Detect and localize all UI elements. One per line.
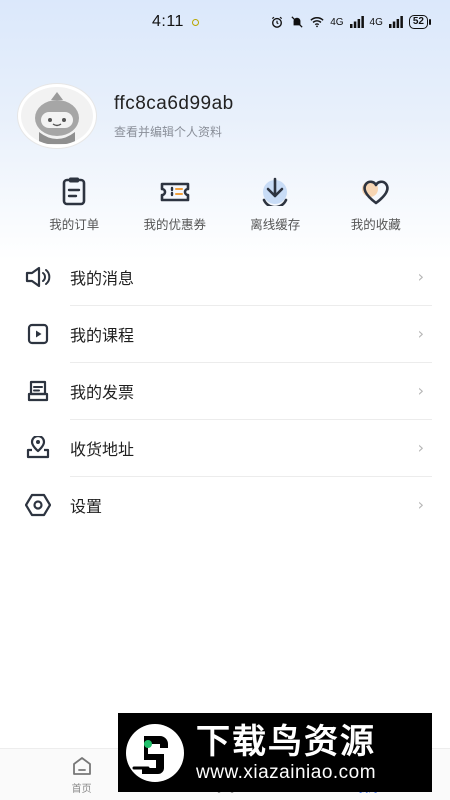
edit-profile-hint[interactable]: 查看并编辑个人资料 xyxy=(114,123,234,140)
chevron-right-icon: › xyxy=(417,495,424,514)
watermark-title: 下载鸟资源 xyxy=(196,721,376,762)
quick-action-label: 我的订单 xyxy=(49,217,100,232)
watermark-url: www.xiazainiao.com xyxy=(196,761,377,783)
username[interactable]: ffc8ca6d99ab xyxy=(114,93,234,115)
mute-icon xyxy=(291,16,303,28)
quick-action-favorites[interactable]: 我的收藏 xyxy=(331,176,421,233)
watermark-text: 下载鸟资源 www.xiazainiao.com xyxy=(196,722,376,784)
status-bar: 4:11 4G 4G 52 xyxy=(0,0,450,44)
download-icon xyxy=(262,177,288,206)
location-icon xyxy=(24,434,52,462)
ticket-icon xyxy=(160,182,190,202)
speaker-icon xyxy=(24,263,52,291)
menu-list: 我的消息 › 我的课程 › 我的发票 › 收货地址 › 设置 › xyxy=(0,248,450,533)
home-icon xyxy=(72,757,91,775)
heart-icon xyxy=(361,180,389,205)
signal-icon-2 xyxy=(388,16,403,28)
menu-item-invoices[interactable]: 我的发票 › xyxy=(0,362,450,419)
play-box-icon xyxy=(24,320,52,348)
signal-icon xyxy=(349,16,364,28)
robot-avatar-icon xyxy=(35,92,79,144)
menu-item-label: 我的课程 xyxy=(70,325,135,345)
invoice-icon xyxy=(24,377,52,405)
notification-dot-icon xyxy=(191,18,199,26)
bird-logo-icon xyxy=(126,723,184,782)
settings-icon xyxy=(24,491,52,519)
menu-item-label: 我的消息 xyxy=(70,268,135,288)
network-4g-label-2: 4G xyxy=(369,16,383,28)
chevron-right-icon: › xyxy=(417,324,424,343)
menu-item-label: 设置 xyxy=(70,496,103,516)
network-4g-label: 4G xyxy=(330,16,344,28)
menu-item-settings[interactable]: 设置 › xyxy=(0,476,450,533)
tab-home[interactable]: 首页 xyxy=(47,754,117,795)
wifi-icon xyxy=(310,17,324,28)
watermark-banner: 下载鸟资源 www.xiazainiao.com xyxy=(118,713,432,792)
clipboard-icon xyxy=(62,177,86,206)
chevron-right-icon: › xyxy=(417,381,424,400)
profile-text: ffc8ca6d99ab 查看并编辑个人资料 xyxy=(114,93,234,140)
status-icons: 4G 4G 52 xyxy=(270,15,432,29)
status-time: 4:11 xyxy=(152,13,184,30)
quick-action-orders[interactable]: 我的订单 xyxy=(29,176,119,233)
quick-action-label: 我的收藏 xyxy=(350,217,401,232)
avatar[interactable] xyxy=(18,84,96,148)
chevron-right-icon: › xyxy=(417,267,424,286)
quick-actions: 我的订单 我的优惠券 离线缓存 我的收藏 xyxy=(0,176,450,233)
tab-label: 首页 xyxy=(71,784,92,795)
chevron-right-icon: › xyxy=(417,438,424,457)
quick-action-label: 离线缓存 xyxy=(250,217,301,232)
quick-action-coupons[interactable]: 我的优惠券 xyxy=(130,176,220,233)
menu-item-label: 我的发票 xyxy=(70,382,135,402)
menu-item-address[interactable]: 收货地址 › xyxy=(0,419,450,476)
alarm-icon xyxy=(272,16,283,28)
menu-item-messages[interactable]: 我的消息 › xyxy=(0,248,450,305)
quick-action-label: 我的优惠券 xyxy=(143,217,206,232)
menu-item-label: 收货地址 xyxy=(70,439,135,459)
quick-action-offline-cache[interactable]: 离线缓存 xyxy=(230,176,320,233)
battery-indicator: 52 xyxy=(408,15,432,29)
profile-header[interactable]: ffc8ca6d99ab 查看并编辑个人资料 xyxy=(18,84,234,148)
menu-item-courses[interactable]: 我的课程 › xyxy=(0,305,450,362)
status-time-group: 4:11 xyxy=(152,13,199,31)
